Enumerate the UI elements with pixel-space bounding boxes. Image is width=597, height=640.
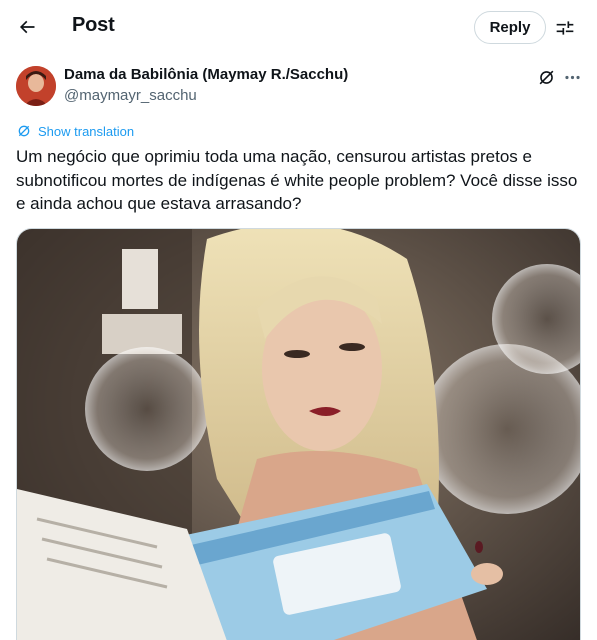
grok-button[interactable]	[535, 66, 557, 88]
post-author: Dama da Babilônia (Maymay R./Sacchu) @ma…	[16, 66, 581, 108]
post-image[interactable]	[16, 228, 581, 640]
back-button[interactable]	[8, 8, 46, 46]
more-button[interactable]	[561, 66, 583, 88]
reply-button[interactable]: Reply	[474, 11, 546, 44]
post-text: Um negócio que oprimiu toda uma nação, c…	[16, 147, 578, 213]
translate-icon	[18, 125, 30, 137]
show-translation-link[interactable]: Show translation	[16, 122, 134, 140]
show-translation-label: Show translation	[38, 123, 135, 139]
grok-icon	[539, 70, 553, 84]
page-title: Post	[72, 14, 115, 36]
avatar-image	[16, 66, 56, 106]
user-handle[interactable]: @maymayr_sacchu	[64, 87, 197, 104]
post-photo	[17, 229, 580, 640]
more-horizontal-icon	[564, 75, 580, 79]
display-name[interactable]: Dama da Babilônia (Maymay R./Sacchu)	[64, 66, 348, 83]
avatar[interactable]	[16, 66, 56, 106]
sliders-icon	[556, 21, 574, 35]
settings-button[interactable]	[550, 13, 580, 43]
arrow-left-icon	[19, 20, 35, 34]
top-bar: Post Reply	[0, 0, 597, 54]
